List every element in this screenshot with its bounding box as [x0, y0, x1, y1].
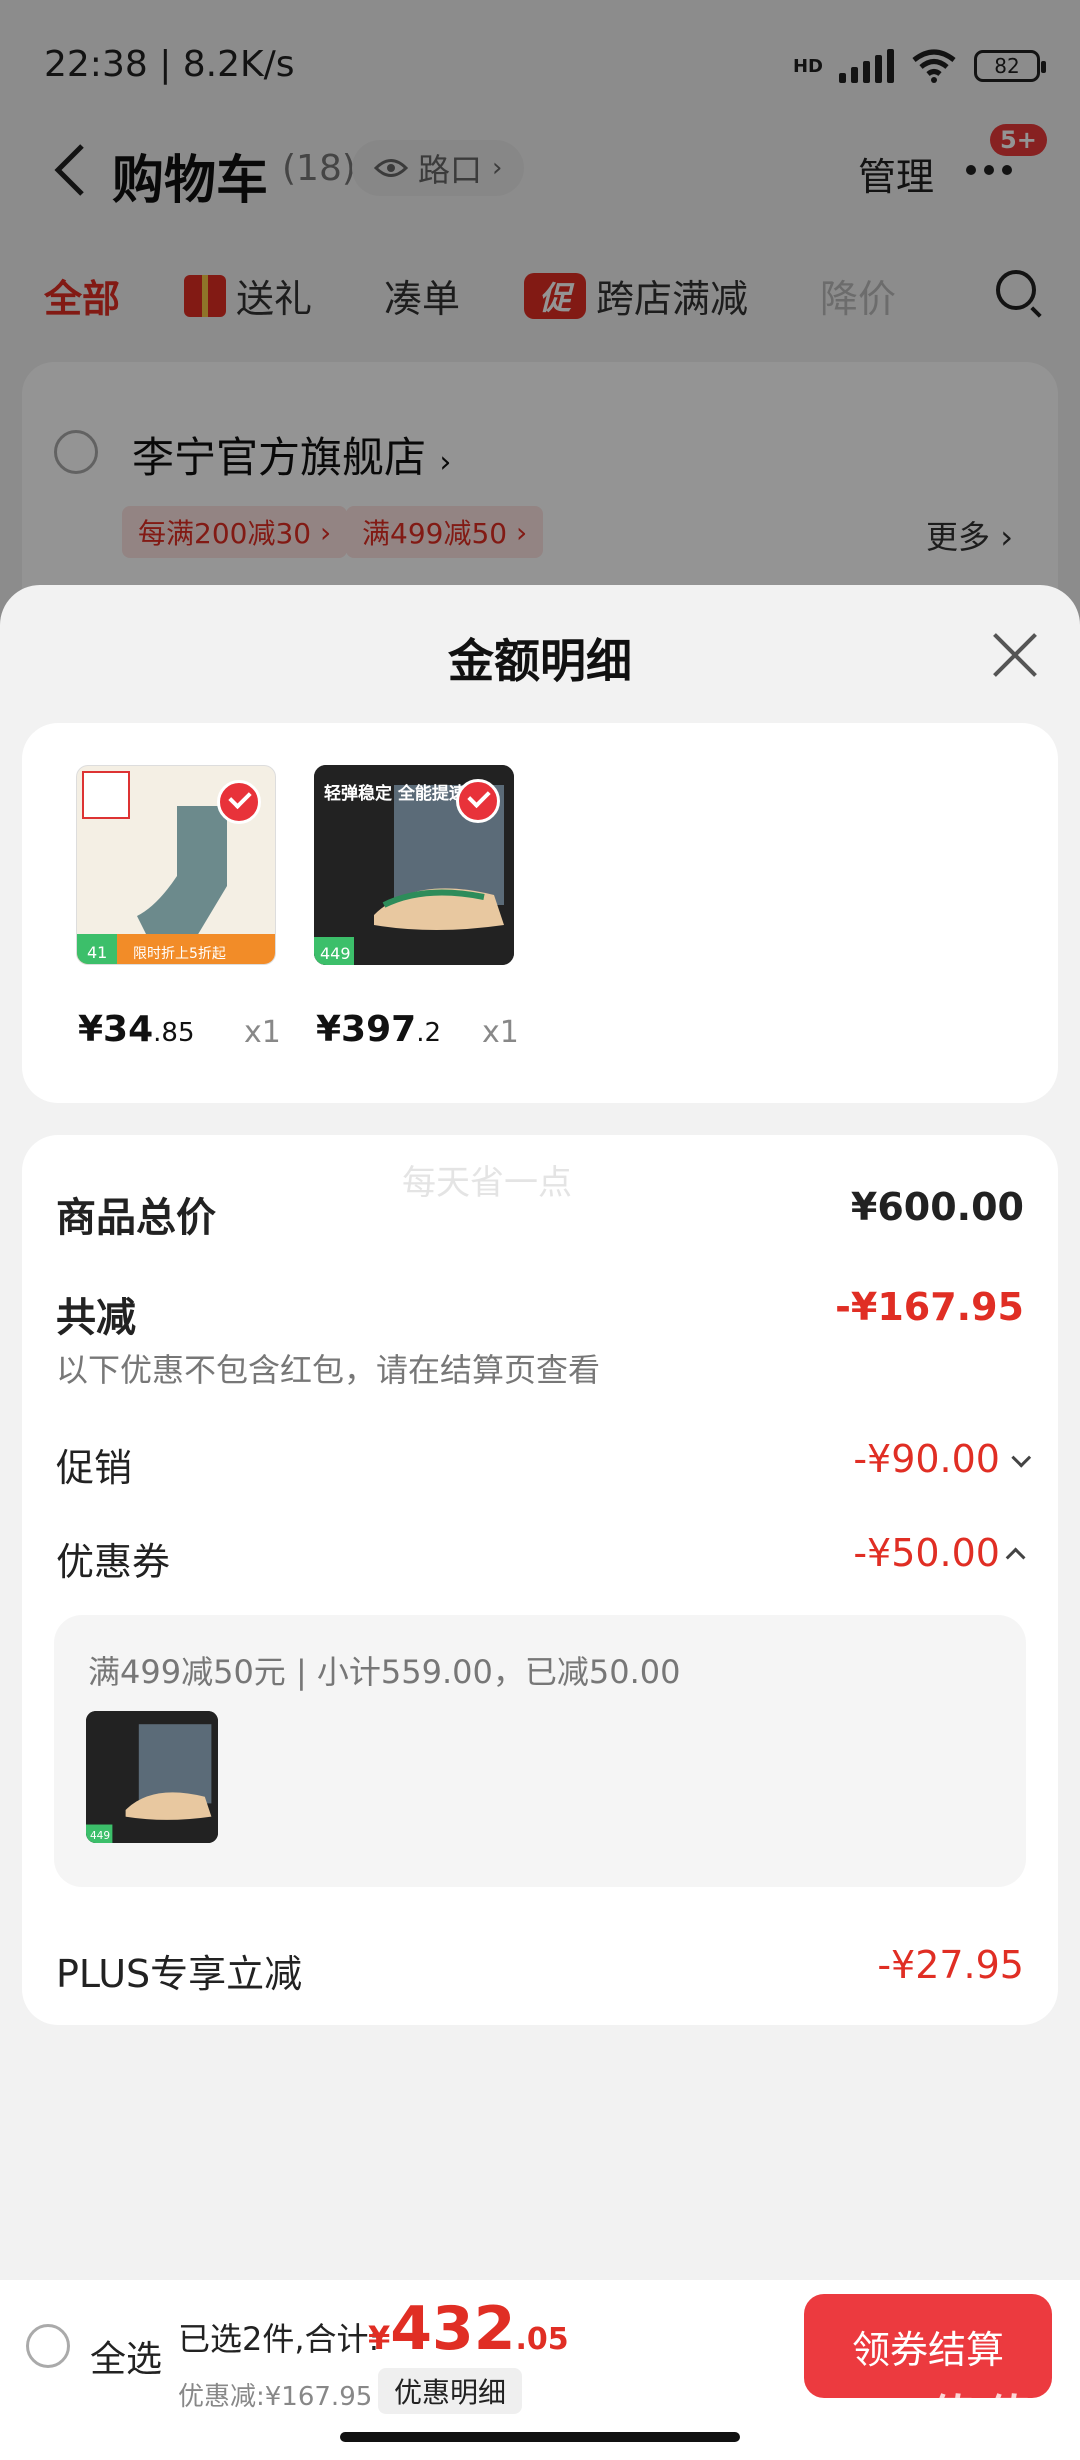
promo-row-toggle[interactable]: -¥90.00	[853, 1437, 1032, 1481]
shoe-headline: 轻弹稳定 全能提速	[324, 783, 466, 804]
shoe-image[interactable]: 轻弹稳定 全能提速 449	[314, 765, 514, 965]
socks-tag: 41	[87, 943, 107, 962]
product-qty: x1	[482, 1015, 519, 1050]
promo-label: 促销	[56, 1446, 133, 1490]
discount-detail-button[interactable]: 优惠明细	[378, 2368, 523, 2414]
plus-value: -¥27.95	[877, 1943, 1024, 1987]
total-value: ¥600.00	[850, 1185, 1024, 1229]
coupon-row-toggle[interactable]: -¥50.00	[853, 1531, 1026, 1575]
product-qty: x1	[244, 1015, 281, 1050]
amount-detail-sheet: 金额明细 41 限时折上5折起 轻弹稳定 全能提速 449 ¥34.85 x1 …	[0, 585, 1080, 2460]
coupon-detail-text: 满499减50元 | 小计559.00，已减50.00	[88, 1653, 681, 1691]
product-price: ¥397.2	[316, 1009, 442, 1050]
shoe-thumbnail-tag: 449	[90, 1830, 110, 1842]
shoe-thumbnail-illustration: 449	[86, 1711, 218, 1843]
select-all-radio[interactable]	[26, 2324, 70, 2368]
plus-label: PLUS专享立减	[56, 1952, 303, 1996]
reduce-label: 共减	[56, 1295, 136, 1341]
coupon-detail-box: 满499减50元 | 小计559.00，已减50.00 449	[54, 1615, 1026, 1887]
chevron-down-icon	[1011, 1447, 1032, 1468]
chevron-up-icon	[1005, 1547, 1026, 1567]
home-indicator[interactable]	[340, 2432, 740, 2442]
shoe-tag: 449	[320, 944, 351, 963]
product-price: ¥34.85	[78, 1009, 195, 1050]
coupon-value: -¥50.00	[853, 1531, 1000, 1575]
socks-promo: 限时折上5折起	[133, 946, 226, 962]
selected-products: 41 限时折上5折起 轻弹稳定 全能提速 449 ¥34.85 x1 ¥397.…	[22, 723, 1058, 1103]
reduce-value: -¥167.95	[835, 1285, 1024, 1329]
total-label: 商品总价	[56, 1195, 216, 1241]
checked-icon[interactable]	[456, 779, 500, 823]
watermark-text: 每天省一点	[402, 1163, 572, 1203]
coupon-label: 优惠券	[56, 1540, 171, 1584]
close-icon[interactable]	[990, 631, 1038, 679]
total-price: ¥432.05	[368, 2294, 569, 2364]
sheet-title: 金额明细	[448, 634, 632, 688]
reduce-note: 以下优惠不包含红包，请在结算页查看	[56, 1351, 601, 1389]
price-breakdown: 每天省一点 商品总价 ¥600.00 共减 -¥167.95 以下优惠不包含红包…	[22, 1135, 1058, 2025]
selected-summary: 已选2件,合计:	[178, 2320, 380, 2358]
site-watermark-url: zhizhizhi.com	[934, 2432, 1056, 2453]
select-all-label[interactable]: 全选	[90, 2330, 162, 2382]
discount-summary: 优惠减:¥167.95	[178, 2382, 373, 2412]
socks-image[interactable]: 41 限时折上5折起	[76, 765, 276, 965]
checked-icon[interactable]	[217, 780, 261, 824]
shoe-thumbnail[interactable]: 449	[86, 1711, 218, 1843]
promo-value: -¥90.00	[853, 1437, 1000, 1481]
